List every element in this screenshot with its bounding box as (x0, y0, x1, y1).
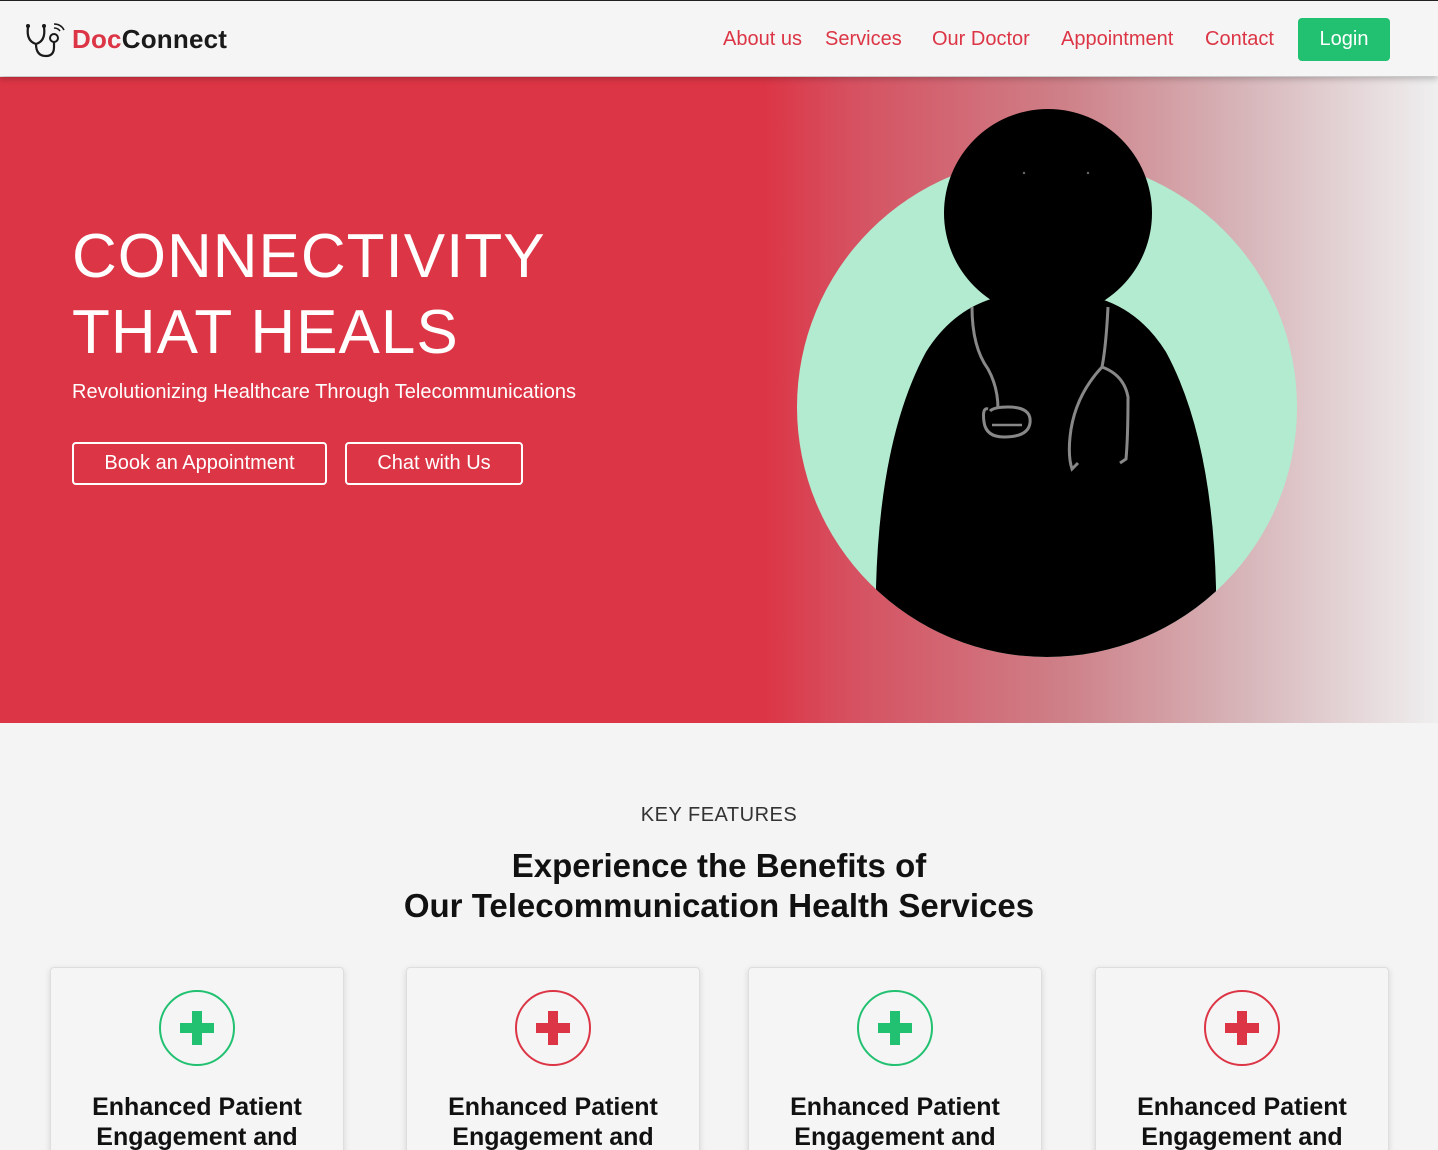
feature-card-title-line-2: Engagement and (1141, 1123, 1343, 1150)
feature-card: Enhanced Patient Engagement and (50, 967, 344, 1150)
key-features-label: KEY FEATURES (640, 804, 798, 826)
key-features-title: Experience the Benefits of Our Telecommu… (0, 846, 1438, 926)
brand-name: DocConnect (72, 24, 227, 55)
feature-card-title-line-2: Engagement and (96, 1123, 298, 1150)
hero-title-line-1: CONNECTIVITY (72, 222, 546, 291)
key-features-title-line-2: Our Telecommunication Health Services (403, 887, 1035, 924)
feature-card-title-line-2: Engagement and (452, 1123, 654, 1150)
brand-doc: Doc (72, 23, 122, 54)
feature-card-title: Enhanced Patient Engagement and (407, 1092, 699, 1150)
nav-link-services[interactable]: Services (825, 28, 902, 51)
hero-subtitle: Revolutionizing Healthcare Through Telec… (72, 381, 576, 403)
login-button[interactable]: Login (1298, 18, 1390, 61)
chat-with-us-button[interactable]: Chat with Us (345, 442, 523, 485)
feature-card-title: Enhanced Patient Engagement and (749, 1092, 1041, 1150)
nav-link-about-us[interactable]: About us (723, 28, 802, 51)
feature-card-title: Enhanced Patient Engagement and (1096, 1092, 1388, 1150)
doctor-illustration (797, 109, 1297, 657)
feature-card-title-line-2: Engagement and (794, 1123, 996, 1150)
medical-cross-icon (857, 990, 933, 1066)
brand-logo[interactable]: DocConnect (22, 19, 227, 59)
nav-link-appointment[interactable]: Appointment (1061, 28, 1173, 51)
medical-cross-icon (1204, 990, 1280, 1066)
key-features-title-line-1: Experience the Benefits of (511, 847, 927, 884)
hero-section: CONNECTIVITY THAT HEALS Revolutionizing … (0, 77, 1438, 723)
feature-card: Enhanced Patient Engagement and (406, 967, 700, 1150)
feature-card: Enhanced Patient Engagement and (748, 967, 1042, 1150)
feature-card: Enhanced Patient Engagement and (1095, 967, 1389, 1150)
brand-connect: Connect (121, 23, 228, 54)
feature-card-title-line-1: Enhanced Patient (1137, 1093, 1347, 1121)
feature-card-title: Enhanced Patient Engagement and (51, 1092, 343, 1150)
medical-cross-icon (159, 990, 235, 1066)
feature-card-title-line-1: Enhanced Patient (790, 1093, 1000, 1121)
nav-link-our-doctor[interactable]: Our Doctor (932, 28, 1030, 51)
book-appointment-button[interactable]: Book an Appointment (72, 442, 327, 485)
feature-card-title-line-1: Enhanced Patient (92, 1093, 302, 1121)
navbar: DocConnect About us Services Our Doctor … (0, 0, 1438, 76)
medical-cross-icon (515, 990, 591, 1066)
feature-card-title-line-1: Enhanced Patient (448, 1093, 658, 1121)
hero-title: CONNECTIVITY THAT HEALS (72, 219, 546, 371)
hero-title-line-2: THAT HEALS (72, 298, 459, 367)
nav-link-contact[interactable]: Contact (1205, 28, 1274, 51)
stethoscope-wifi-icon (26, 23, 65, 58)
